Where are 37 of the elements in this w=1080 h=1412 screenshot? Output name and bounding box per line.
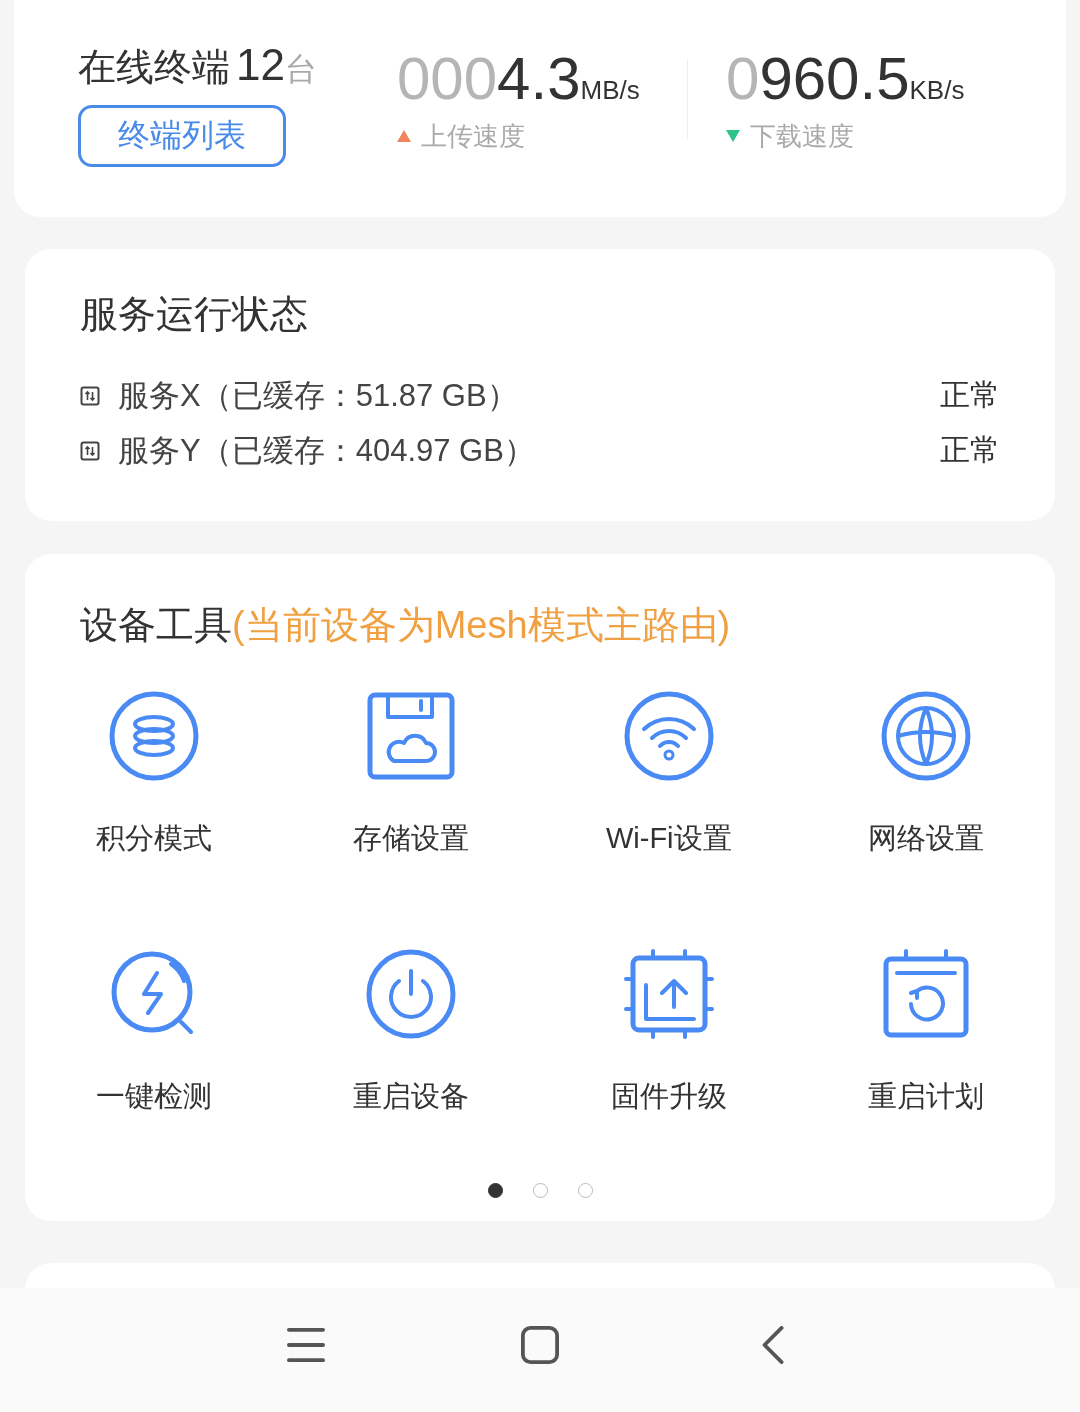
floppy-cloud-icon[interactable] <box>366 691 457 781</box>
chip-upload-icon[interactable] <box>623 949 714 1039</box>
calendar-refresh-icon[interactable] <box>881 949 972 1039</box>
down-triangle-icon <box>726 130 740 142</box>
tool-label: 一键检测 <box>95 1079 212 1114</box>
globe-icon[interactable] <box>881 691 972 781</box>
service-name: 服务Y（已缓存：404.97 GB） <box>118 431 536 470</box>
coins-icon[interactable] <box>108 691 199 781</box>
terminal-count: 12 <box>236 40 285 90</box>
section-title: 服务运行状态 <box>80 292 309 337</box>
wifi-icon[interactable] <box>623 691 714 781</box>
speed-label: 上传速度 <box>421 119 525 153</box>
mode-note: (当前设备为Mesh模式主路由) <box>232 604 731 646</box>
terminal-list-button[interactable]: 终端列表 <box>78 105 286 167</box>
service-status: 正常 <box>940 432 1000 468</box>
power-icon[interactable] <box>366 949 457 1039</box>
speed-label: 下载速度 <box>750 119 854 153</box>
speed-value: 0004.3MB/s <box>397 43 641 113</box>
section-title: 设备工具 <box>80 604 232 646</box>
page-dot[interactable] <box>487 1183 503 1198</box>
tool-label: 重启计划 <box>868 1079 985 1114</box>
tool-label: 积分模式 <box>95 821 212 856</box>
speed-value: 0960.5KB/s <box>726 43 966 113</box>
menu-icon[interactable] <box>287 1326 325 1364</box>
transfer-icon <box>80 385 100 406</box>
online-terminals-label: 在线终端 <box>78 45 230 90</box>
service-status: 正常 <box>940 377 1000 413</box>
service-name: 服务X（已缓存：51.87 GB） <box>118 376 519 415</box>
tool-label: 重启设备 <box>353 1079 470 1114</box>
tool-label: 存储设置 <box>353 821 470 856</box>
count-unit: 台 <box>284 50 317 89</box>
home-icon[interactable] <box>521 1326 559 1364</box>
up-triangle-icon <box>397 130 411 142</box>
tool-label: 网络设置 <box>868 821 985 856</box>
tool-label: 固件升级 <box>610 1079 727 1114</box>
tool-label: Wi-Fi设置 <box>605 821 732 856</box>
transfer-icon <box>80 440 100 461</box>
